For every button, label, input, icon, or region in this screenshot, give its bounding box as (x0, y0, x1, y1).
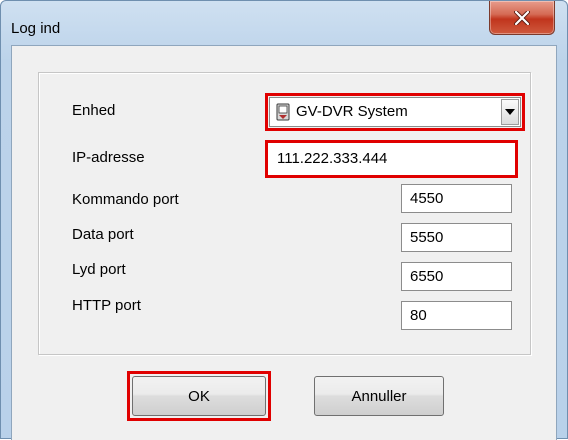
device-select[interactable]: GV-DVR System (269, 97, 521, 127)
dialog-title: Log ind (11, 20, 61, 37)
close-icon (514, 10, 530, 25)
http-port-label: HTTP port (72, 297, 141, 314)
cancel-button[interactable]: Annuller (314, 376, 444, 416)
login-dialog: Log ind Enhed GV-DVR System IP-adresse 1… (0, 0, 568, 440)
data-port-label: Data port (72, 226, 134, 243)
title-bar[interactable]: Log ind (1, 1, 567, 45)
ok-button[interactable]: OK (132, 376, 266, 416)
audio-port-label: Lyd port (72, 261, 126, 278)
data-port-field[interactable]: 5550 (401, 223, 512, 252)
chevron-down-icon[interactable] (501, 99, 519, 125)
dvr-device-icon (276, 103, 290, 121)
audio-port-field[interactable]: 6550 (401, 262, 512, 291)
http-port-field[interactable]: 80 (401, 301, 512, 330)
ip-address-field[interactable]: 111.222.333.444 (268, 143, 515, 175)
dialog-body: Enhed GV-DVR System IP-adresse 111.222.3… (11, 45, 557, 440)
command-port-label: Kommando port (72, 191, 179, 208)
device-select-value: GV-DVR System (296, 103, 408, 120)
device-label: Enhed (72, 102, 116, 119)
command-port-field[interactable]: 4550 (401, 184, 512, 213)
close-button[interactable] (489, 1, 555, 35)
connection-group: Enhed GV-DVR System IP-adresse 111.222.3… (38, 72, 531, 355)
ip-label: IP-adresse (72, 149, 145, 166)
